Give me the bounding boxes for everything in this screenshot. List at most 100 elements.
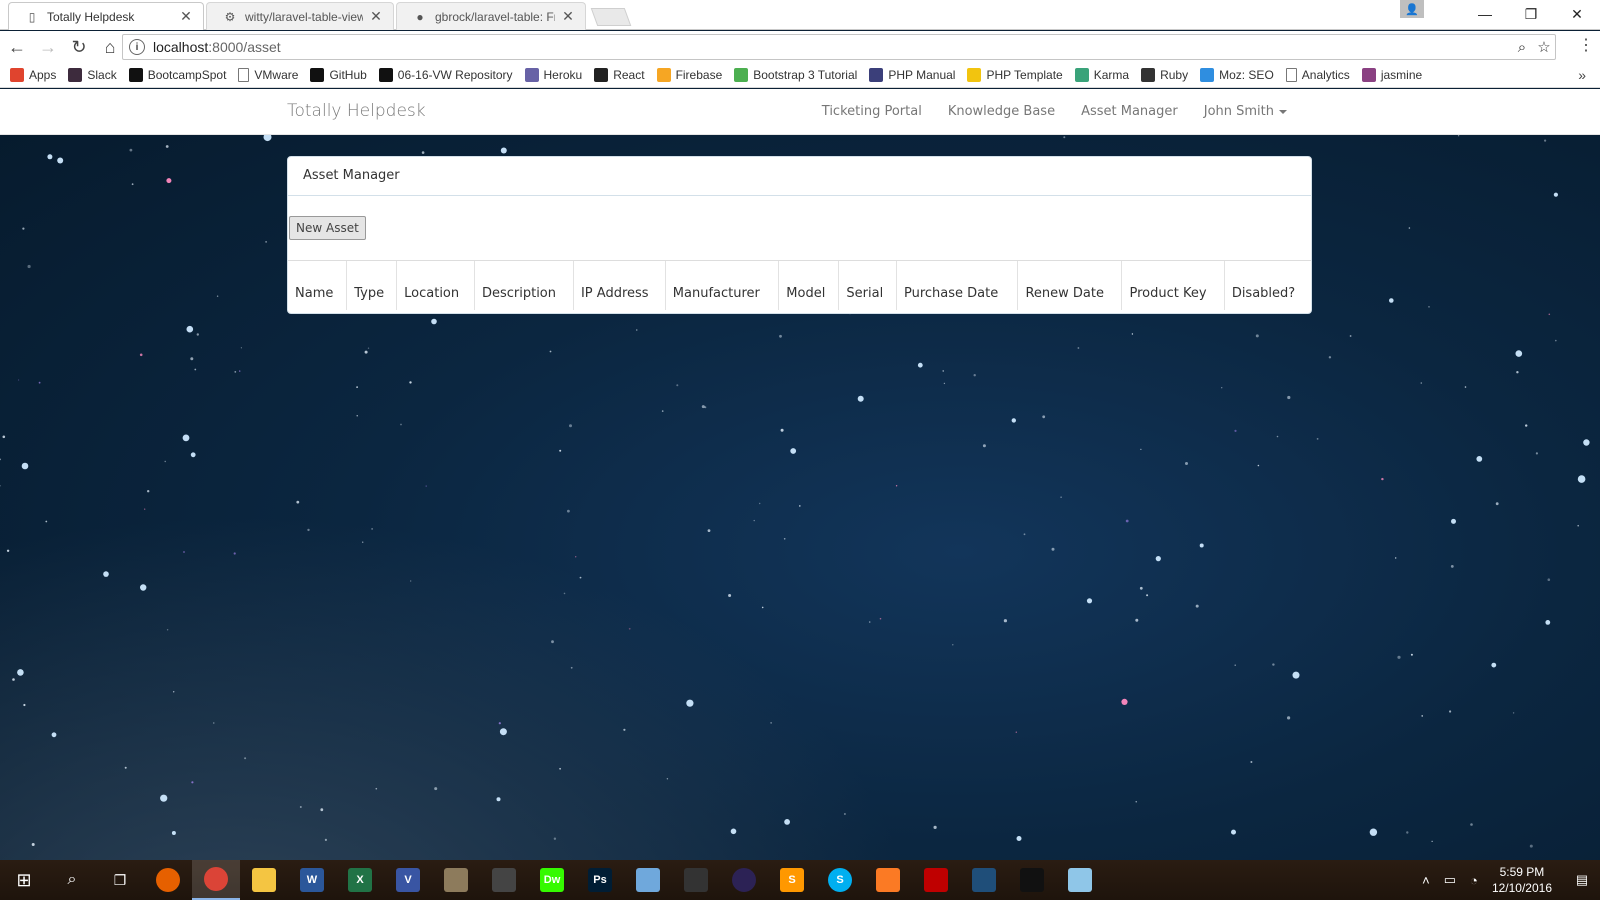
tab-gbrock-laravel-table[interactable]: ● gbrock/laravel-table: Frie ✕ [396,2,586,30]
close-window-icon[interactable]: ✕ [1554,0,1600,28]
filezilla-taskbar-button[interactable] [912,860,960,900]
battery-icon[interactable]: ▭ [1438,872,1462,888]
bookmark-vmware[interactable]: VMware [238,68,298,82]
firefox-taskbar-button[interactable] [144,860,192,900]
sublime-taskbar-button[interactable]: S [768,860,816,900]
action-center-icon[interactable]: ▤ [1564,872,1600,888]
eclipse-taskbar-button[interactable] [720,860,768,900]
forward-icon[interactable]: → [34,33,62,61]
user-menu[interactable]: John Smith [1204,104,1287,119]
star [563,592,566,595]
star [239,370,241,372]
column-header-ip-address[interactable]: IP Address [573,261,666,310]
search-button[interactable]: ⌕ [48,860,96,900]
column-header-description[interactable]: Description [474,261,574,310]
star [1470,823,1473,826]
column-header-manufacturer[interactable]: Manufacturer [665,261,780,310]
show-hidden-icons[interactable]: ˄ [1414,873,1438,888]
close-tab-icon[interactable]: ✕ [561,8,575,25]
inkscape-taskbar-button[interactable] [672,860,720,900]
close-tab-icon[interactable]: ✕ [179,8,193,25]
nav-ticketing-portal[interactable]: Ticketing Portal [822,104,922,119]
nav-knowledge-base[interactable]: Knowledge Base [948,104,1055,119]
star [265,241,267,243]
chrome-menu-icon[interactable]: ⋮ [1578,35,1594,55]
star [51,732,57,738]
bookmark-firebase[interactable]: Firebase [656,68,722,82]
home-icon[interactable]: ⌂ [96,33,124,61]
restore-icon[interactable]: ❐ [1508,0,1554,28]
bookmark-php-template[interactable]: PHP Template [967,68,1063,82]
profile-icon[interactable]: 👤 [1400,0,1424,18]
column-header-purchase-date[interactable]: Purchase Date [896,261,1019,310]
bookmark-php-manual[interactable]: PHP Manual [869,68,955,82]
bookmark-jasmine[interactable]: jasmine [1361,68,1422,82]
paint-taskbar-button[interactable] [624,860,672,900]
calculator-taskbar-button[interactable] [480,860,528,900]
column-header-type[interactable]: Type [346,261,398,310]
site-brand[interactable]: Totally Helpdesk [287,101,426,121]
bookmark-heroku[interactable]: Heroku [524,68,583,82]
bookmark-karma[interactable]: Karma [1074,68,1129,82]
terminal-taskbar-button[interactable] [1008,860,1056,900]
file-explorer-taskbar-button[interactable] [240,860,288,900]
system-tray: ˄ ▭ ◔ 5:59 PM 12/10/2016 ▤ [1414,860,1600,900]
column-header-product-key[interactable]: Product Key [1121,261,1225,310]
star [701,405,705,409]
address-bar[interactable]: i localhost:8000/asset ⌕ ☆ [122,34,1556,60]
more-bookmarks-icon[interactable]: » [1578,67,1586,83]
tab-laravel-table-view[interactable]: ⚙ witty/laravel-table-view ✕ [206,2,394,30]
star [186,325,194,333]
site-info-icon[interactable]: i [129,39,145,55]
star [1431,840,1433,843]
tab-totally-helpdesk[interactable]: ▯ Totally Helpdesk ✕ [8,2,204,30]
star [1512,712,1515,714]
bookmark-github[interactable]: GitHub [310,68,367,82]
column-header-location[interactable]: Location [396,261,475,310]
bookmark-apps[interactable]: Apps [10,68,56,82]
xampp-taskbar-button[interactable] [864,860,912,900]
bookmark-bootstrap-3-tutorial[interactable]: Bootstrap 3 Tutorial [734,68,857,82]
bookmark-06-16-vw-repository[interactable]: 06-16-VW Repository [378,68,513,82]
bookmark-analytics[interactable]: Analytics [1285,68,1350,82]
url-text[interactable]: localhost:8000/asset [153,39,1511,55]
minimize-icon[interactable]: — [1462,0,1508,28]
notepad-taskbar-button[interactable] [1056,860,1104,900]
mysql-workbench-taskbar-button[interactable] [960,860,1008,900]
column-header-disabled[interactable]: Disabled? [1224,261,1311,310]
task-view-button[interactable]: ❐ [96,860,144,900]
dreamweaver-taskbar-button[interactable]: Dw [528,860,576,900]
word-taskbar-button[interactable]: W [288,860,336,900]
bookmark-star-icon[interactable]: ☆ [1533,38,1555,56]
new-tab-button[interactable] [590,8,632,26]
start-button[interactable]: ⊞ [0,860,48,900]
wifi-icon[interactable]: ◔ [1462,873,1486,888]
close-tab-icon[interactable]: ✕ [369,8,383,25]
bookmark-label: Heroku [543,68,583,82]
photoshop-taskbar-button[interactable]: Ps [576,860,624,900]
tab-title: gbrock/laravel-table: Frie [435,9,555,24]
nav-asset-manager[interactable]: Asset Manager [1081,104,1178,119]
column-header-name[interactable]: Name [288,261,348,310]
bookmark-slack[interactable]: Slack [68,68,117,82]
star [973,374,976,377]
skype-taskbar-button[interactable]: S [816,860,864,900]
star [1060,496,1062,499]
chrome-taskbar-button[interactable] [192,860,240,900]
bookmark-moz-seo[interactable]: Moz: SEO [1200,68,1274,82]
bookmark-bootcampspot[interactable]: BootcampSpot [128,68,226,82]
back-icon[interactable]: ← [3,33,31,61]
column-header-renew-date[interactable]: Renew Date [1017,261,1123,310]
bookmark-ruby[interactable]: Ruby [1141,68,1188,82]
zoom-icon[interactable]: ⌕ [1511,39,1533,56]
reload-icon[interactable]: ↻ [65,33,93,61]
visio-taskbar-button[interactable]: V [384,860,432,900]
clock[interactable]: 5:59 PM 12/10/2016 [1492,864,1552,896]
new-asset-button[interactable]: New Asset [289,216,366,240]
star [770,722,772,724]
bookmark-react[interactable]: React [594,68,645,82]
column-header-serial[interactable]: Serial [838,261,897,310]
column-header-model[interactable]: Model [778,261,840,310]
gimp-taskbar-button[interactable] [432,860,480,900]
excel-taskbar-button[interactable]: X [336,860,384,900]
